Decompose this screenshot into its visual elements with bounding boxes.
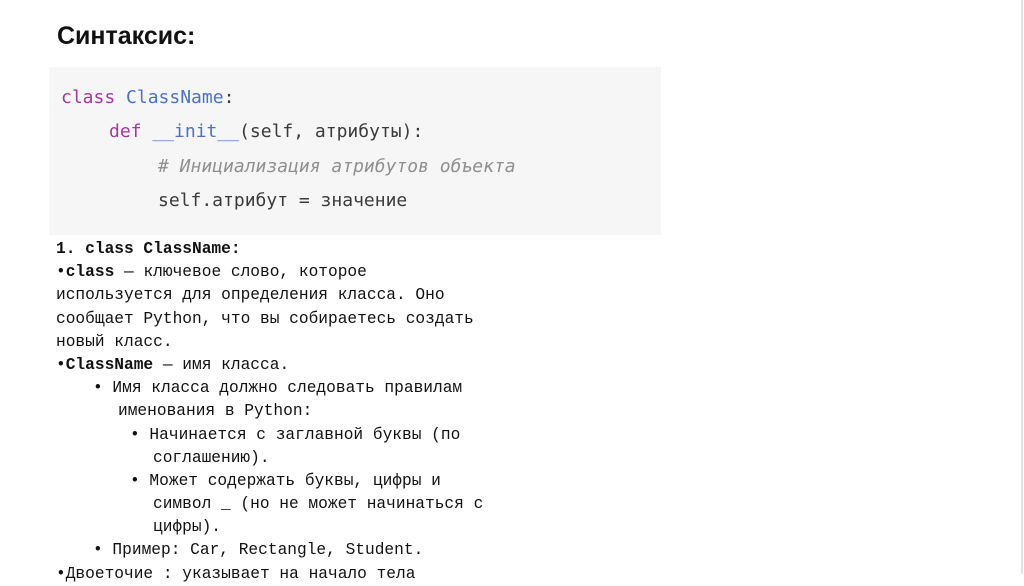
code-keyword-def: def	[109, 121, 142, 142]
bullet-class: •class — ключевое слово, которое	[56, 263, 367, 282]
bullet-classname: •ClassName — имя класса.	[56, 355, 290, 374]
code-line-1: class ClassName:	[61, 87, 235, 108]
code-args: (self, атрибуты):	[239, 121, 424, 142]
bullet-colon-cut: •Двоеточие : указывает на начало тела	[56, 564, 416, 583]
bullet-class-cont: новый класс.	[56, 332, 173, 351]
sub-sub-bullet-capital: • Начинается с заглавной буквы (по	[130, 425, 461, 444]
section-heading: 1. class ClassName:	[56, 240, 241, 258]
code-function-name: __init__	[152, 121, 240, 142]
sub-bullet-naming: • Имя класса должно следовать правилам	[93, 379, 463, 398]
code-assignment: self.атрибут = значение	[158, 190, 408, 211]
sub-sub-bullet-chars: • Может содержать буквы, цифры и	[130, 471, 441, 490]
code-keyword-class: class	[61, 87, 116, 108]
sub-bullet-example: • Пример: Car, Rectangle, Student.	[93, 541, 424, 560]
code-class-name: ClassName	[126, 87, 224, 108]
bullet-class-cont: сообщает Python, что вы собираетесь созд…	[56, 309, 474, 328]
code-block: class ClassName: def __init__(self, атри…	[49, 67, 661, 235]
slide-title: Синтаксис:	[57, 22, 196, 50]
slide-right-edge	[1021, 0, 1023, 574]
bullet-class-cont: используется для определения класса. Оно	[56, 286, 445, 305]
sub-bullet-naming-cont: именования в Python:	[118, 402, 313, 421]
explanation-text: 1. class ClassName: •class — ключевое сл…	[56, 238, 616, 586]
sub-sub-bullet-chars-cont: цифры).	[153, 518, 221, 537]
sub-sub-bullet-chars-cont: символ _ (но не может начинаться с	[153, 495, 484, 514]
code-line-2: def __init__(self, атрибуты):	[109, 120, 423, 144]
sub-sub-bullet-capital-cont: соглашению).	[153, 448, 270, 467]
code-comment: # Инициализация атрибутов объекта	[158, 156, 516, 177]
